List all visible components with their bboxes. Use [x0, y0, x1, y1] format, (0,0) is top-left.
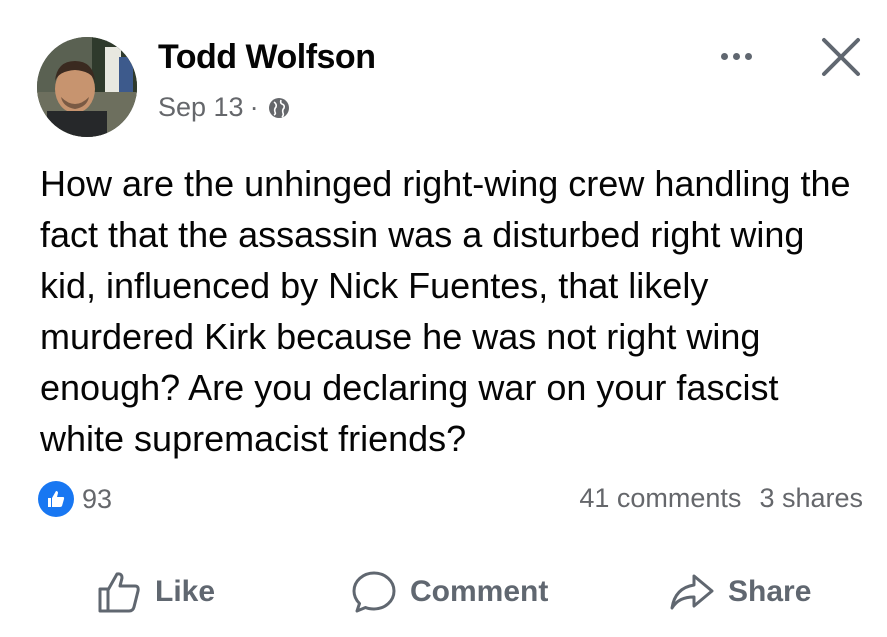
share-label: Share — [728, 575, 812, 608]
share-arrow-icon — [670, 574, 714, 610]
author-avatar[interactable] — [37, 37, 137, 137]
globe-icon — [268, 97, 289, 118]
post-meta: Sep 13 · — [158, 92, 291, 123]
avatar-photo — [37, 37, 137, 137]
author-name[interactable]: Todd Wolfson — [158, 38, 376, 77]
post-date[interactable]: Sep 13 — [158, 92, 244, 123]
dot-icon — [732, 52, 740, 60]
comment-bubble-icon — [352, 571, 396, 613]
shares-count[interactable]: 3 shares — [759, 483, 863, 514]
action-bar: Like Comment Share — [0, 560, 887, 624]
close-icon[interactable] — [818, 34, 864, 80]
dot-icon — [744, 52, 752, 60]
like-button[interactable]: Like — [95, 560, 215, 624]
thumbs-up-icon — [98, 572, 140, 613]
engagement-counts: 41 comments 3 shares — [579, 483, 863, 514]
dot-icon — [720, 52, 728, 60]
comment-label: Comment — [410, 575, 549, 608]
like-label: Like — [155, 575, 216, 608]
meta-separator: · — [249, 92, 259, 122]
more-options-button[interactable] — [708, 36, 764, 76]
comments-count[interactable]: 41 comments — [579, 483, 741, 514]
reaction-count: 93 — [82, 483, 113, 514]
like-reaction-icon — [38, 481, 74, 517]
comment-button[interactable]: Comment — [350, 560, 548, 624]
share-button[interactable]: Share — [668, 560, 811, 624]
reaction-summary[interactable]: 93 — [38, 481, 112, 517]
post-text: How are the unhinged right-wing crew han… — [40, 163, 851, 459]
